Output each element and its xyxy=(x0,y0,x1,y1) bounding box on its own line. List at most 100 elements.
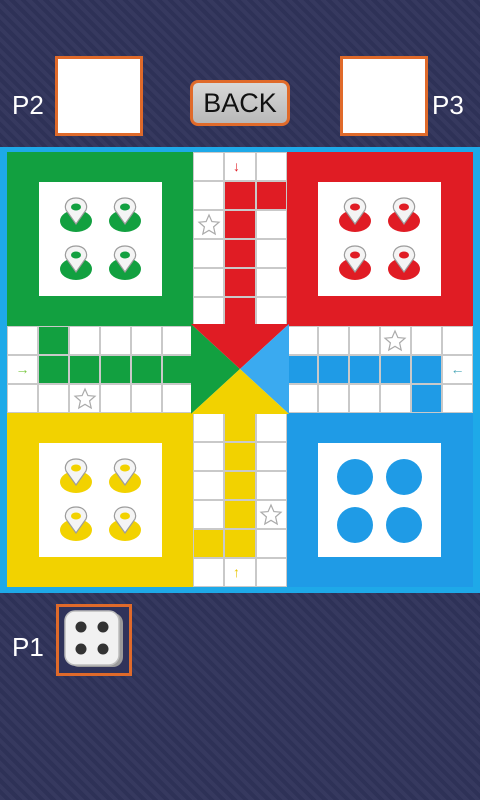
right-track-cell xyxy=(317,355,349,384)
green-home-base xyxy=(7,152,194,326)
left-track-cell xyxy=(162,326,194,355)
right-track-cell xyxy=(348,355,380,384)
arrow-down-icon: ↓ xyxy=(233,157,240,174)
yellow-home-base xyxy=(7,413,194,587)
left-track-cell xyxy=(38,326,70,355)
right-track-cell xyxy=(317,326,349,355)
right-track-cell xyxy=(441,384,473,413)
player-3-label: P3 xyxy=(432,90,464,120)
bottom-track-cell xyxy=(224,413,256,442)
top-track-cell xyxy=(255,181,287,210)
top-track-cell xyxy=(193,297,225,326)
top-track-cell xyxy=(193,268,225,297)
back-button[interactable]: BACK xyxy=(190,80,290,126)
player-2-label: P2 xyxy=(12,90,44,120)
star-icon xyxy=(73,387,97,409)
red-home-base xyxy=(286,152,473,326)
yellow-pawn[interactable] xyxy=(105,455,145,495)
dice-icon xyxy=(64,610,123,667)
center-home-triangles xyxy=(191,324,289,414)
yellow-pawn[interactable] xyxy=(56,503,96,543)
bottom-track-cell xyxy=(224,500,256,529)
green-pawn[interactable] xyxy=(56,242,96,282)
blue-pawn-spot xyxy=(337,507,374,544)
red-pawn[interactable] xyxy=(335,194,375,234)
player-2-slot xyxy=(55,56,143,136)
top-track-cell xyxy=(224,239,256,268)
right-track-cell xyxy=(286,326,318,355)
bottom-track-cell xyxy=(193,413,225,442)
left-track-cell xyxy=(69,355,101,384)
right-track-cell xyxy=(286,384,318,413)
red-pawn[interactable] xyxy=(335,242,375,282)
star-icon xyxy=(197,213,221,235)
red-pawn[interactable] xyxy=(384,242,424,282)
top-track-cell xyxy=(255,152,287,181)
bottom-track-cell xyxy=(255,442,287,471)
bottom-track-cell xyxy=(255,413,287,442)
bottom-track-cell xyxy=(193,558,225,587)
right-track-cell xyxy=(348,326,380,355)
ludo-board: ↓ → ← ↑ xyxy=(7,152,473,587)
top-track-cell xyxy=(193,239,225,268)
left-track-cell xyxy=(131,384,163,413)
left-track-cell xyxy=(131,326,163,355)
right-track-cell xyxy=(379,384,411,413)
bottom-track-cell xyxy=(255,529,287,558)
bottom-track-cell xyxy=(193,442,225,471)
right-track-cell xyxy=(317,384,349,413)
bottom-track-cell xyxy=(255,471,287,500)
right-track-cell xyxy=(410,384,442,413)
top-track-cell xyxy=(224,181,256,210)
bottom-track-cell xyxy=(224,471,256,500)
bottom-track-cell xyxy=(193,529,225,558)
right-track-cell xyxy=(379,355,411,384)
bottom-track-cell xyxy=(193,500,225,529)
star-icon xyxy=(259,503,283,525)
left-track-cell xyxy=(100,384,132,413)
bottom-track-cell xyxy=(193,471,225,500)
left-track-cell xyxy=(7,326,39,355)
blue-pawn-spot xyxy=(386,507,423,544)
blue-pawn-spot xyxy=(337,459,374,496)
blue-home-inner xyxy=(318,442,442,558)
ludo-board-frame: ↓ → ← ↑ xyxy=(0,147,480,593)
left-track-cell xyxy=(69,326,101,355)
yellow-pawn[interactable] xyxy=(56,455,96,495)
dice-button[interactable] xyxy=(56,604,132,676)
top-track-cell xyxy=(224,210,256,239)
top-track-cell xyxy=(255,297,287,326)
bottom-track-cell xyxy=(255,558,287,587)
left-track-cell xyxy=(162,355,194,384)
green-pawn[interactable] xyxy=(105,194,145,234)
left-track-cell xyxy=(100,355,132,384)
top-track-cell xyxy=(224,297,256,326)
top-track-cell xyxy=(255,268,287,297)
right-track-cell xyxy=(410,326,442,355)
top-track-cell xyxy=(193,181,225,210)
top-track-cell xyxy=(255,239,287,268)
red-home-inner xyxy=(318,181,442,297)
green-pawn[interactable] xyxy=(56,194,96,234)
left-track-cell xyxy=(131,355,163,384)
red-pawn[interactable] xyxy=(384,194,424,234)
top-track-cell xyxy=(193,152,225,181)
player-1-label: P1 xyxy=(12,632,44,662)
left-track-cell xyxy=(100,326,132,355)
right-track-cell xyxy=(410,355,442,384)
arrow-left-icon: ← xyxy=(450,360,465,377)
top-track-cell xyxy=(255,210,287,239)
blue-pawn-spot xyxy=(386,459,423,496)
left-track-cell xyxy=(38,355,70,384)
star-icon xyxy=(383,329,407,351)
left-track-cell xyxy=(38,384,70,413)
green-pawn[interactable] xyxy=(105,242,145,282)
left-track-cell xyxy=(162,384,194,413)
green-home-inner xyxy=(38,181,162,297)
left-track-cell xyxy=(7,384,39,413)
player-3-slot xyxy=(340,56,428,136)
right-track-cell xyxy=(348,384,380,413)
yellow-pawn[interactable] xyxy=(105,503,145,543)
bottom-track-cell xyxy=(224,442,256,471)
arrow-up-icon: ↑ xyxy=(233,563,240,580)
